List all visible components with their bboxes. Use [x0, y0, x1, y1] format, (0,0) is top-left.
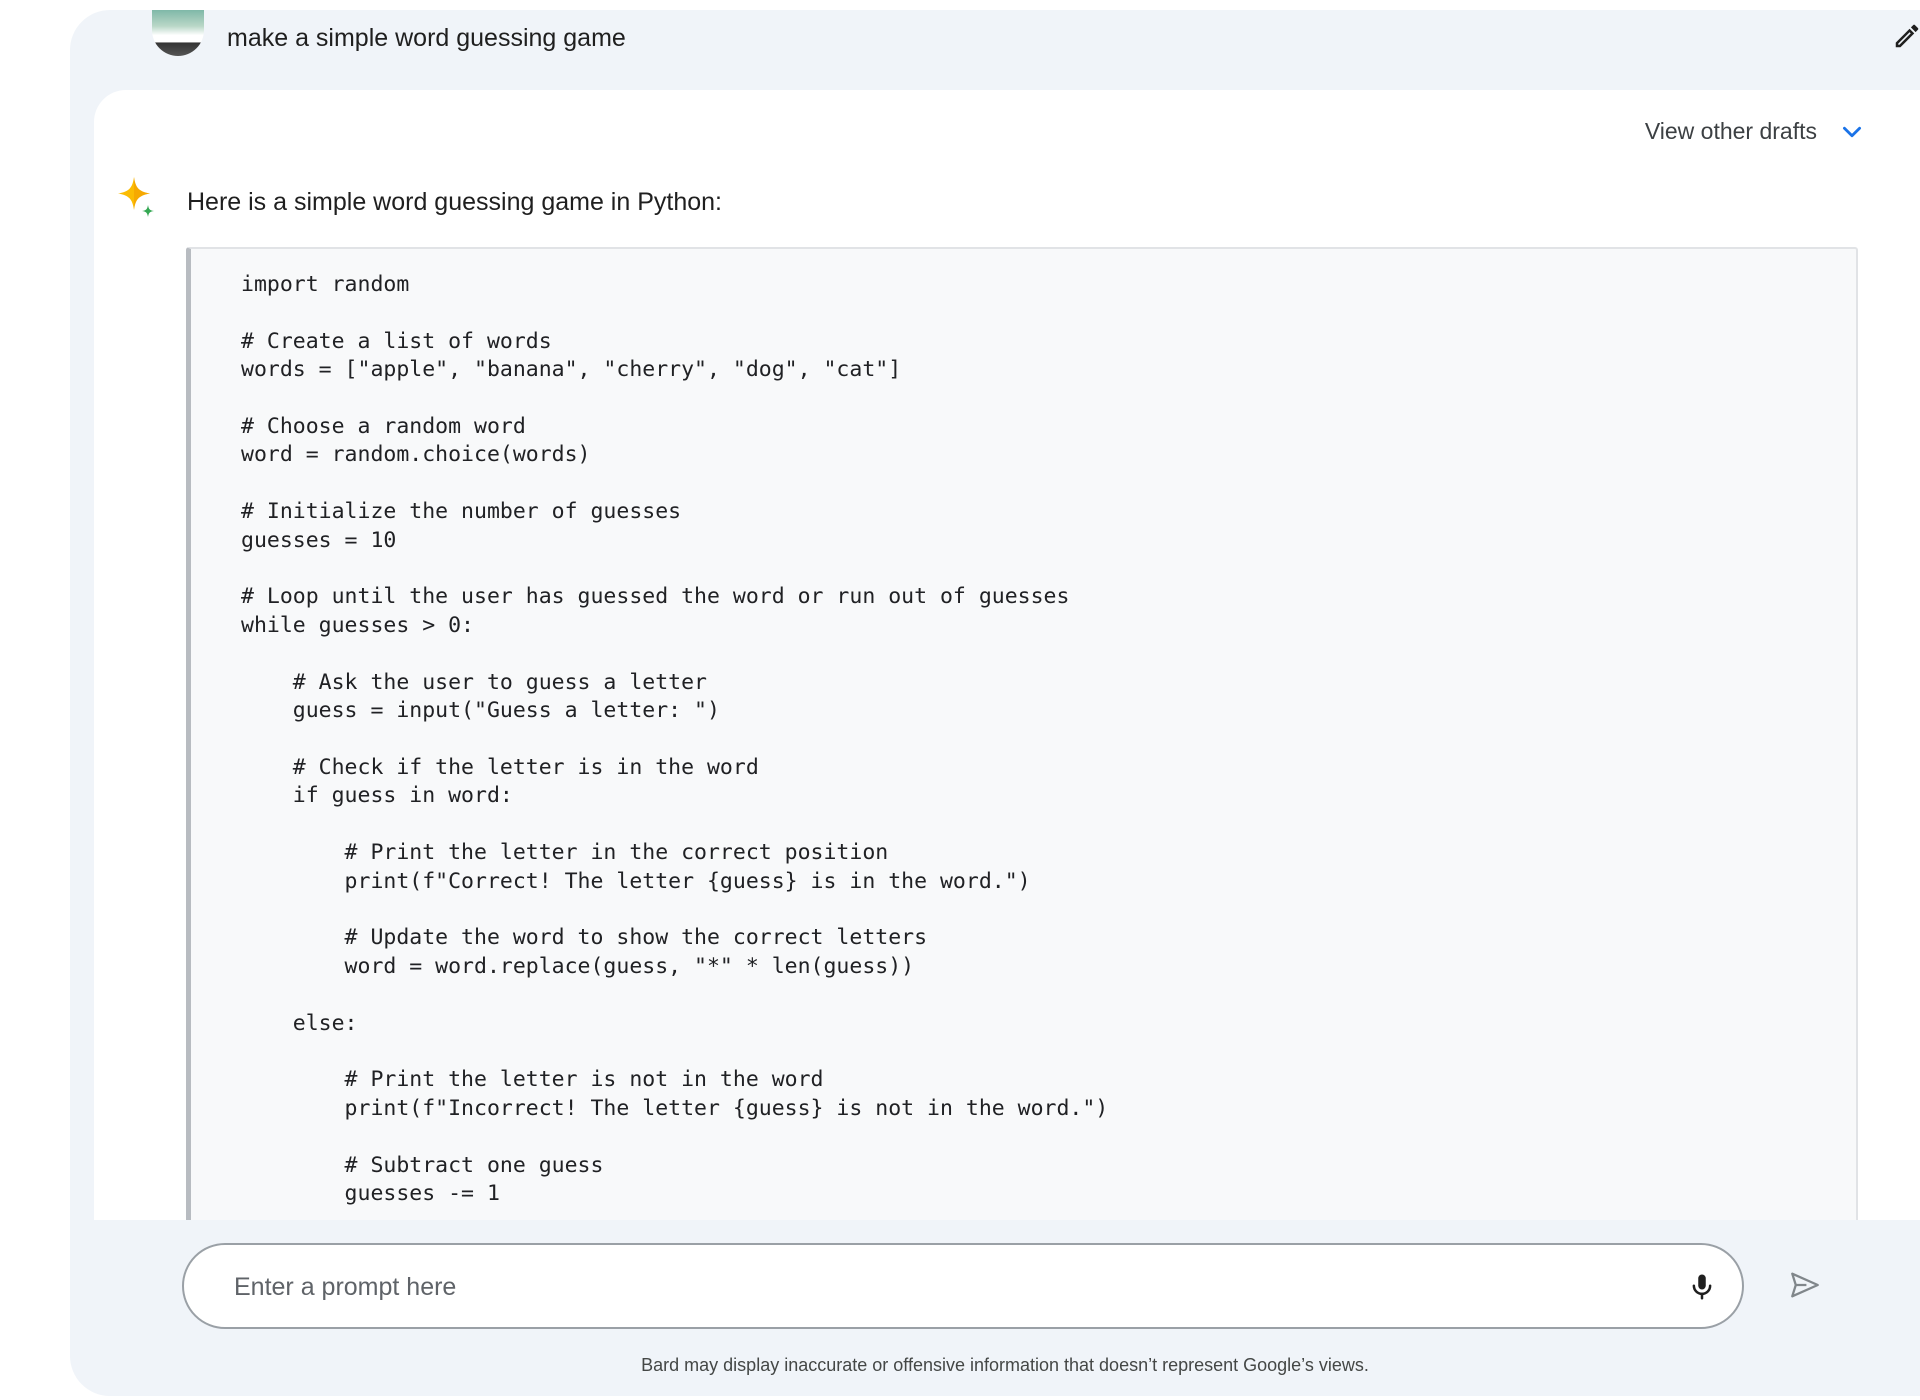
microphone-button[interactable]	[1680, 1265, 1724, 1309]
pencil-icon	[1895, 24, 1919, 48]
bard-sparkle-icon	[118, 177, 154, 217]
prompt-input[interactable]	[232, 1265, 1616, 1309]
view-other-drafts-button[interactable]: View other drafts	[1645, 118, 1865, 145]
edit-prompt-button[interactable]	[1887, 16, 1920, 56]
response-card: View other drafts Here is a simple word …	[94, 90, 1920, 1220]
disclaimer-text: Bard may display inaccurate or offensive…	[641, 1355, 1369, 1375]
view-other-drafts-label: View other drafts	[1644, 118, 1817, 144]
user-avatar	[152, 10, 204, 56]
code-block: import random # Create a list of words w…	[186, 247, 1858, 1220]
chevron-down-icon	[1843, 126, 1861, 137]
send-icon	[1791, 1272, 1819, 1298]
prompt-input-box[interactable]	[182, 1243, 1744, 1329]
code-content: import random # Create a list of words w…	[241, 272, 1109, 1206]
response-intro-text: Here is a simple word guessing game in P…	[187, 188, 722, 216]
user-prompt-row: make a simple word guessing game	[110, 10, 1919, 70]
send-button[interactable]	[1780, 1260, 1830, 1310]
chat-container: make a simple word guessing game View ot…	[70, 10, 1920, 1396]
user-prompt-text: make a simple word guessing game	[227, 24, 626, 52]
microphone-icon	[1692, 1274, 1712, 1300]
